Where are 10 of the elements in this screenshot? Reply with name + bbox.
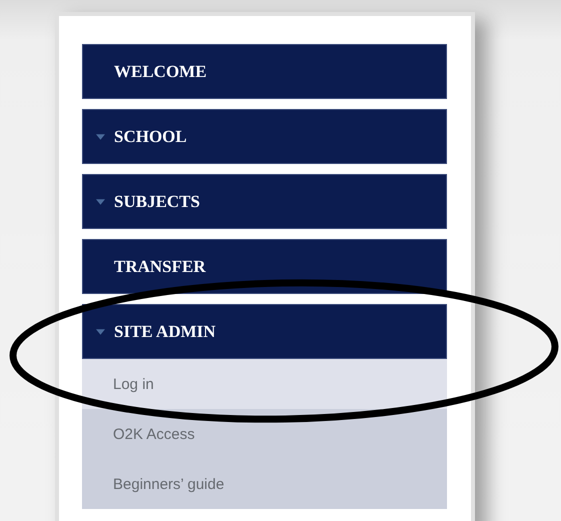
submenu-item[interactable]: Beginners’ guide bbox=[82, 459, 447, 509]
menu-item[interactable]: SUBJECTS bbox=[82, 174, 447, 229]
submenu-item[interactable]: Log in bbox=[82, 359, 447, 409]
caret-icon bbox=[96, 134, 105, 140]
menu-item[interactable]: SCHOOL bbox=[82, 109, 447, 164]
menu-item[interactable]: TRANSFER bbox=[82, 239, 447, 294]
menu-item[interactable]: SITE ADMIN bbox=[82, 304, 447, 359]
caret-icon bbox=[96, 198, 105, 204]
caret-icon bbox=[96, 328, 105, 334]
menu-item[interactable]: WELCOME bbox=[82, 44, 447, 99]
